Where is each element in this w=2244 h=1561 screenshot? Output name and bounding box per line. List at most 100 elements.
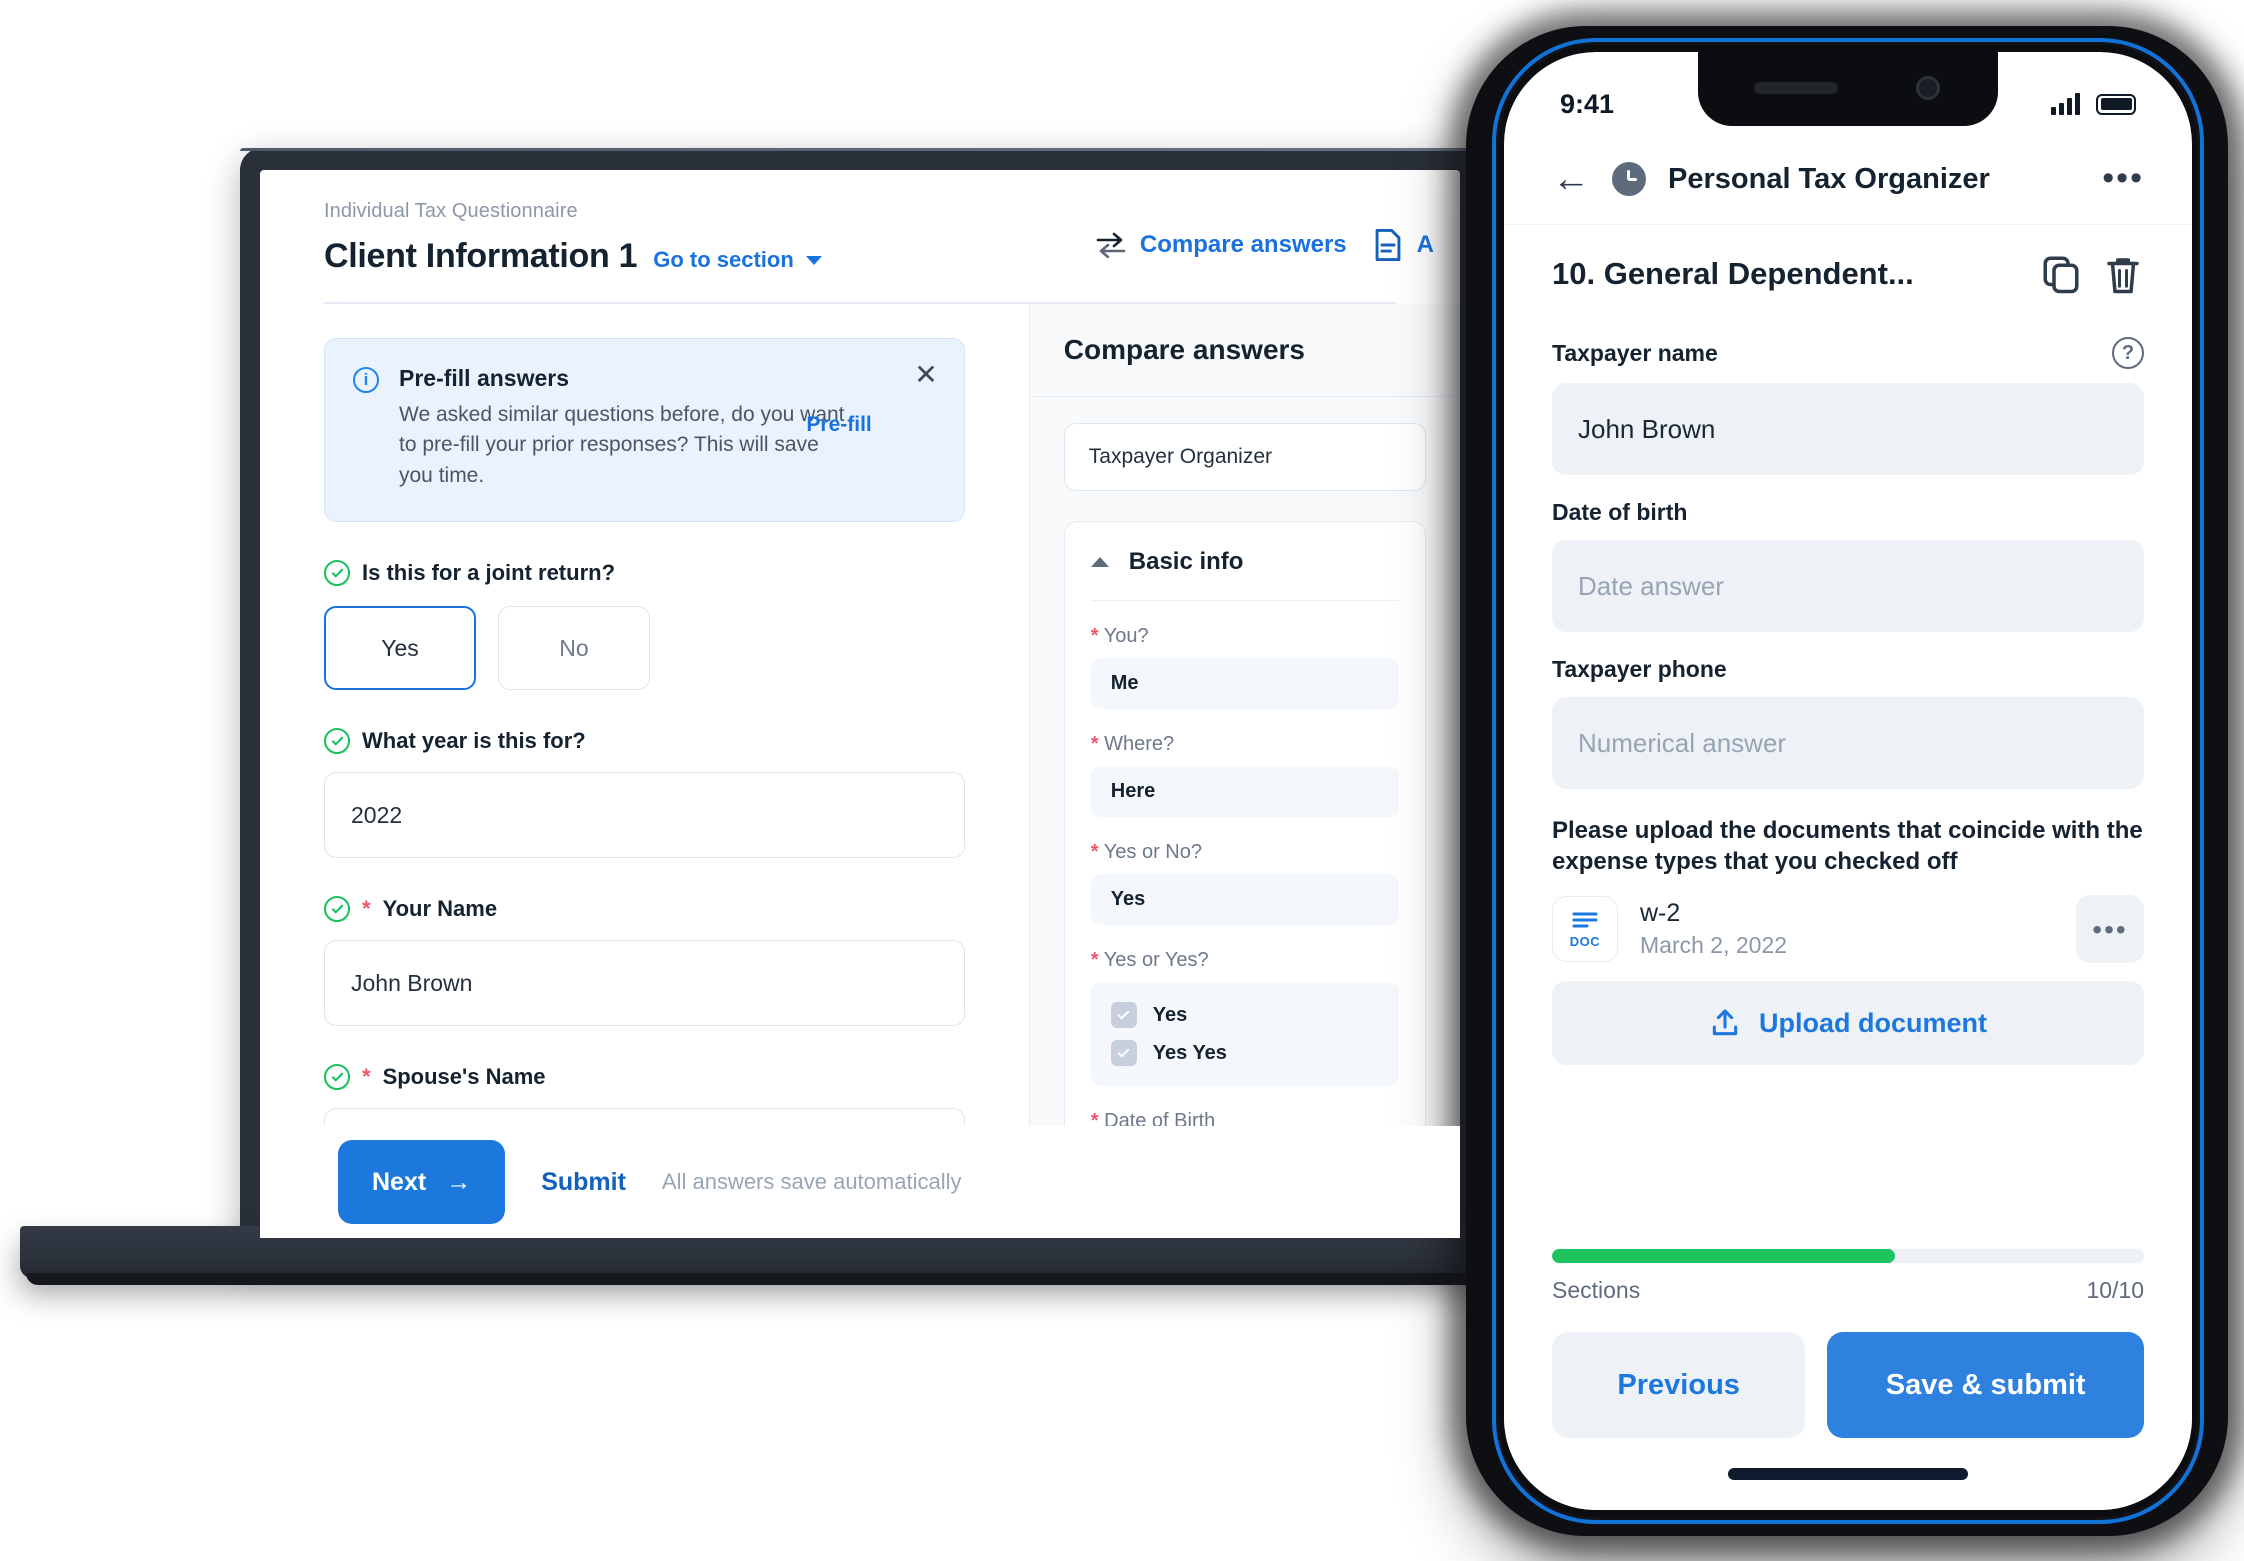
required-asterisk: * bbox=[1090, 949, 1099, 971]
speaker-icon bbox=[1754, 82, 1838, 94]
question-joint-return: Is this for a joint return? Yes No bbox=[324, 560, 965, 691]
section-basic-info-toggle[interactable]: Basic info bbox=[1090, 548, 1399, 576]
laptop-screen: Individual Tax Questionnaire Client Info… bbox=[260, 170, 1460, 1238]
next-label: Next bbox=[372, 1167, 427, 1196]
info-icon: i bbox=[353, 367, 379, 393]
choice-group: Yes No bbox=[324, 606, 965, 691]
attach-document-button[interactable]: A bbox=[1373, 228, 1434, 262]
help-icon[interactable]: ? bbox=[2112, 337, 2144, 369]
compare-question: * Yes or Yes? bbox=[1091, 949, 1399, 972]
progress-fill bbox=[1552, 1249, 1896, 1263]
check-circle-icon bbox=[324, 896, 350, 923]
prefill-button[interactable]: Pre-fill bbox=[806, 413, 871, 437]
document-more-icon[interactable]: ••• bbox=[2076, 895, 2144, 964]
choice-no[interactable]: No bbox=[498, 606, 650, 691]
uploaded-document-row: DOC w-2 March 2, 2022 ••• bbox=[1552, 895, 2144, 964]
section-divider bbox=[1090, 600, 1399, 601]
clock-icon bbox=[1612, 162, 1646, 196]
app-header: Individual Tax Questionnaire Client Info… bbox=[260, 170, 1460, 304]
choice-yes[interactable]: Yes bbox=[324, 606, 476, 691]
doc-badge: DOC bbox=[1569, 934, 1601, 950]
checkbox-checked-icon bbox=[1110, 1002, 1137, 1028]
compare-panel-heading: Compare answers bbox=[1029, 304, 1460, 397]
date-of-birth-input[interactable]: Date answer bbox=[1552, 540, 2144, 632]
laptop-mockup: Individual Tax Questionnaire Client Info… bbox=[20, 148, 1520, 1300]
question-text: Spouse's Name bbox=[382, 1064, 546, 1090]
question-tax-year: What year is this for? 2022 bbox=[324, 728, 965, 859]
chevron-down-icon bbox=[805, 255, 822, 265]
autosave-note: All answers save automatically bbox=[661, 1169, 962, 1194]
form-column: i Pre-fill answers We asked similar ques… bbox=[260, 304, 1029, 1238]
progress-meta: Sections 10/10 bbox=[1552, 1277, 2144, 1304]
header-actions: Compare answers A bbox=[1096, 228, 1460, 262]
checkbox-row: Yes bbox=[1110, 996, 1379, 1034]
close-icon[interactable]: ✕ bbox=[914, 361, 937, 389]
required-asterisk: * bbox=[1090, 733, 1099, 755]
compare-answer-checkboxes: Yes Yes Yes bbox=[1090, 982, 1399, 1086]
taxpayer-phone-label: Taxpayer phone bbox=[1552, 656, 1727, 682]
checkbox-label: Yes bbox=[1152, 1003, 1188, 1026]
required-asterisk: * bbox=[1090, 841, 1099, 863]
trash-icon[interactable] bbox=[2102, 253, 2144, 295]
phone-action-buttons: Previous Save & submit bbox=[1552, 1332, 2144, 1438]
your-name-input[interactable]: John Brown bbox=[324, 940, 965, 1027]
breadcrumb: Individual Tax Questionnaire bbox=[324, 200, 578, 222]
progress-count: 10/10 bbox=[2086, 1277, 2144, 1303]
phone-notch bbox=[1698, 52, 1998, 126]
compare-question-text: Where? bbox=[1104, 733, 1175, 755]
document-icon bbox=[1375, 228, 1401, 262]
go-to-section-dropdown[interactable]: Go to section bbox=[653, 247, 822, 273]
phone-navbar: ← Personal Tax Organizer ••• bbox=[1504, 138, 2192, 225]
compare-item: * Where? Here bbox=[1090, 733, 1399, 817]
section-header-row: 10. General Dependent... bbox=[1504, 225, 2192, 303]
battery-icon bbox=[2096, 93, 2136, 115]
prefill-banner: i Pre-fill answers We asked similar ques… bbox=[324, 338, 965, 523]
question-text: Your Name bbox=[382, 896, 498, 922]
compare-question: * Yes or No? bbox=[1091, 841, 1399, 864]
document-meta: w-2 March 2, 2022 bbox=[1640, 899, 1787, 959]
upload-icon bbox=[1712, 1009, 1738, 1036]
question-label: What year is this for? bbox=[324, 728, 965, 755]
question-text: Is this for a joint return? bbox=[362, 560, 616, 586]
back-arrow-icon[interactable]: ← bbox=[1552, 160, 1590, 198]
question-your-name: * Your Name John Brown bbox=[324, 896, 965, 1027]
upload-prompt: Please upload the documents that coincid… bbox=[1552, 817, 2143, 876]
upload-document-button[interactable]: Upload document bbox=[1552, 981, 2144, 1066]
camera-icon bbox=[1916, 76, 1940, 100]
compare-question-text: Yes or No? bbox=[1103, 841, 1202, 863]
banner-title: Pre-fill answers bbox=[399, 365, 570, 391]
taxpayer-phone-input[interactable]: Numerical answer bbox=[1552, 697, 2144, 789]
required-asterisk: * bbox=[362, 896, 371, 922]
check-circle-icon bbox=[324, 728, 350, 755]
taxpayer-name-input[interactable]: John Brown bbox=[1552, 383, 2144, 475]
save-submit-button[interactable]: Save & submit bbox=[1827, 1332, 2144, 1438]
duplicate-icon[interactable] bbox=[2040, 253, 2082, 295]
organizer-select[interactable]: Taxpayer Organizer bbox=[1063, 423, 1426, 491]
phone-title: Personal Tax Organizer bbox=[1668, 162, 1990, 195]
document-name: w-2 bbox=[1640, 899, 1681, 928]
status-indicators bbox=[2051, 93, 2136, 115]
page-title: Client Information 1 bbox=[324, 237, 638, 275]
phone-form: Taxpayer name ? John Brown Date of birth… bbox=[1504, 303, 2192, 1066]
laptop-lid: Individual Tax Questionnaire Client Info… bbox=[240, 148, 1480, 1258]
doc-lines-icon bbox=[1572, 912, 1598, 928]
compare-answers-button[interactable]: Compare answers bbox=[1096, 231, 1347, 259]
status-time: 9:41 bbox=[1560, 88, 1615, 119]
compare-answer: Here bbox=[1090, 766, 1399, 817]
compare-answer: Me bbox=[1090, 658, 1399, 709]
required-asterisk: * bbox=[1090, 625, 1099, 647]
previous-button[interactable]: Previous bbox=[1552, 1332, 1806, 1438]
upload-document-label: Upload document bbox=[1759, 1007, 1987, 1038]
banner-text: We asked similar questions before, do yo… bbox=[399, 403, 845, 487]
tax-year-input[interactable]: 2022 bbox=[324, 772, 965, 859]
compare-item: * Yes or Yes? Yes Yes Yes bbox=[1090, 949, 1399, 1086]
phone-screen: 9:41 ← Personal Tax Organizer ••• 10. Ge… bbox=[1504, 52, 2192, 1510]
next-button[interactable]: Next → bbox=[338, 1140, 506, 1224]
section-title: Basic info bbox=[1128, 548, 1244, 575]
more-options-icon[interactable]: ••• bbox=[2102, 162, 2144, 195]
checkbox-checked-icon bbox=[1110, 1040, 1137, 1066]
compare-item: * Yes or No? Yes bbox=[1090, 841, 1399, 925]
app-body: i Pre-fill answers We asked similar ques… bbox=[260, 304, 1460, 1238]
submit-button[interactable]: Submit bbox=[541, 1168, 626, 1197]
home-indicator bbox=[1728, 1468, 1968, 1480]
